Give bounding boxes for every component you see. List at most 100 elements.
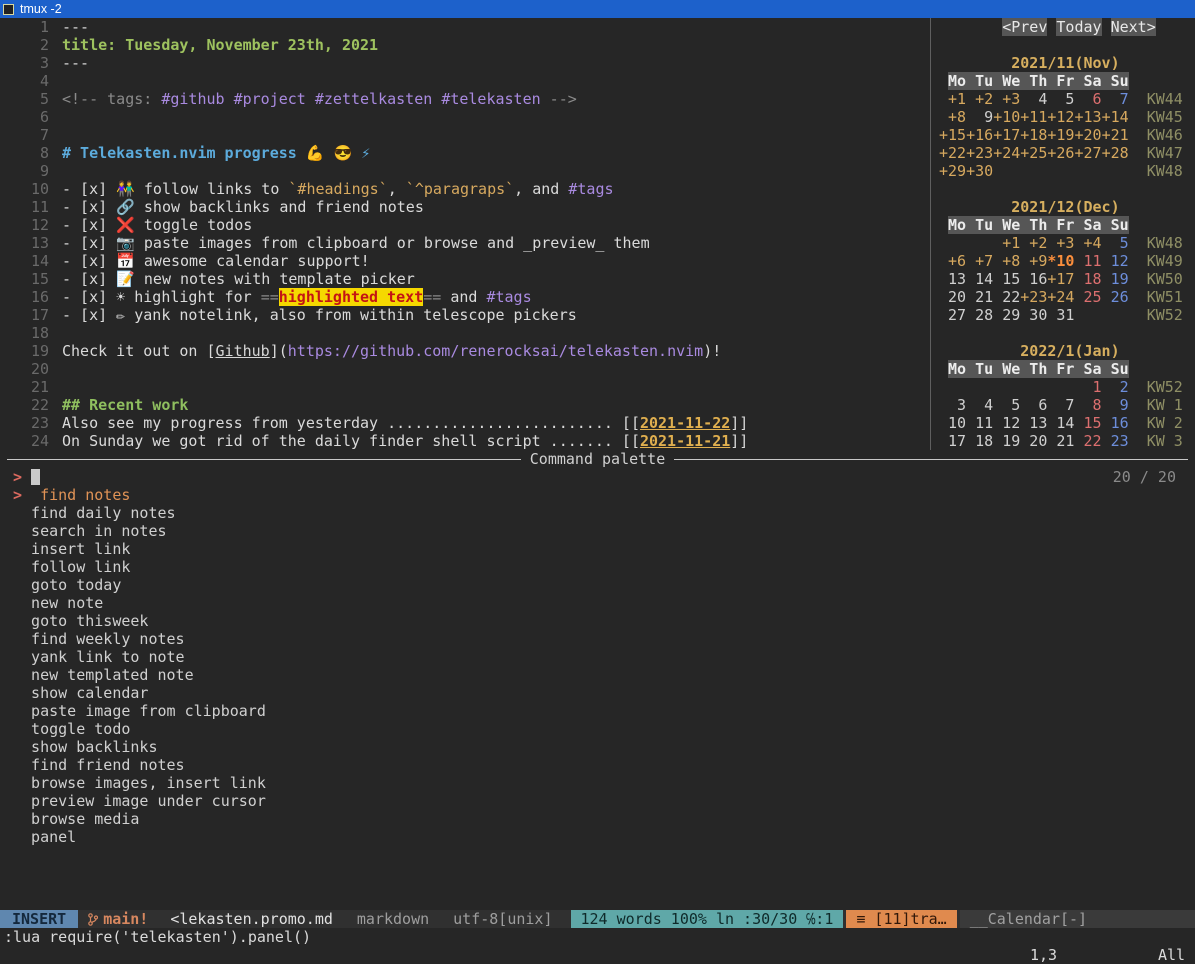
calendar-day[interactable]: +16 (966, 126, 993, 144)
calendar-day[interactable]: +7 (966, 252, 993, 270)
calendar-day[interactable]: 4 (966, 396, 993, 414)
calendar-day[interactable]: 18 (966, 432, 993, 450)
calendar-day[interactable]: +15 (939, 126, 966, 144)
palette-item[interactable]: panel (0, 828, 1195, 846)
calendar-day[interactable]: +18 (1020, 126, 1047, 144)
calendar-day[interactable]: +1 (939, 90, 966, 108)
calendar-day[interactable]: +2 (1020, 234, 1047, 252)
calendar-day[interactable]: +3 (1047, 234, 1074, 252)
cal-today-button[interactable]: Today (1056, 18, 1101, 36)
calendar-day[interactable]: +20 (1074, 126, 1101, 144)
calendar-day[interactable]: 13 (939, 270, 966, 288)
palette-item[interactable]: browse images, insert link (0, 774, 1195, 792)
cal-prev-button[interactable]: <Prev (1002, 18, 1047, 36)
cal-next-button[interactable]: Next> (1111, 18, 1156, 36)
tag-tags[interactable]: #tags (568, 180, 613, 198)
calendar-day[interactable]: 13 (1020, 414, 1047, 432)
palette-item[interactable]: goto thisweek (0, 612, 1195, 630)
tag-github[interactable]: #github (161, 90, 224, 108)
calendar-day[interactable]: +10 (993, 108, 1020, 126)
tag-zettelkasten[interactable]: #zettelkasten (315, 90, 432, 108)
calendar-day[interactable]: +17 (1047, 270, 1074, 288)
calendar-day[interactable]: +1 (993, 234, 1020, 252)
calendar-day[interactable]: +4 (1074, 234, 1101, 252)
palette-item[interactable]: show calendar (0, 684, 1195, 702)
calendar-day[interactable]: 9 (1102, 396, 1129, 414)
calendar-day[interactable]: *10 (1047, 252, 1074, 270)
calendar-day[interactable]: +27 (1074, 144, 1101, 162)
calendar-day[interactable]: +21 (1102, 126, 1129, 144)
calendar-day[interactable]: +9 (1020, 252, 1047, 270)
calendar-day[interactable]: 25 (1074, 288, 1101, 306)
calendar-day[interactable]: +13 (1074, 108, 1101, 126)
calendar-day[interactable]: 7 (1047, 396, 1074, 414)
palette-item[interactable]: search in notes (0, 522, 1195, 540)
calendar-day[interactable]: +29 (939, 162, 966, 180)
calendar-day[interactable]: 20 (1020, 432, 1047, 450)
calendar-day[interactable]: 27 (939, 306, 966, 324)
calendar-day[interactable]: +28 (1102, 144, 1129, 162)
palette-item[interactable]: > find notes (0, 486, 1195, 504)
calendar-day[interactable]: 14 (1047, 414, 1074, 432)
calendar-day[interactable]: +14 (1102, 108, 1129, 126)
calendar-day[interactable]: 16 (1102, 414, 1129, 432)
palette-item[interactable]: follow link (0, 558, 1195, 576)
palette-item[interactable]: find weekly notes (0, 630, 1195, 648)
calendar-day[interactable]: 31 (1047, 306, 1074, 324)
calendar-day[interactable]: +26 (1047, 144, 1074, 162)
calendar-day[interactable]: 17 (939, 432, 966, 450)
calendar-day[interactable]: 30 (1020, 306, 1047, 324)
calendar-day[interactable]: 23 (1102, 432, 1129, 450)
calendar-day[interactable]: +24 (993, 144, 1020, 162)
calendar-day[interactable]: 18 (1074, 270, 1101, 288)
note-link-2021-11-22[interactable]: 2021-11-22 (640, 414, 730, 432)
calendar-day[interactable]: +24 (1047, 288, 1074, 306)
calendar-day[interactable]: 8 (1074, 396, 1101, 414)
palette-item[interactable]: new templated note (0, 666, 1195, 684)
calendar-day[interactable]: 1 (1074, 378, 1101, 396)
calendar-day[interactable]: 12 (993, 414, 1020, 432)
calendar-day[interactable]: 14 (966, 270, 993, 288)
calendar-day[interactable]: +23 (1020, 288, 1047, 306)
palette-item[interactable]: toggle todo (0, 720, 1195, 738)
tag-telekasten[interactable]: #telekasten (441, 90, 540, 108)
palette-item[interactable]: paste image from clipboard (0, 702, 1195, 720)
calendar-day[interactable]: 16 (1020, 270, 1047, 288)
calendar-day[interactable]: 6 (1074, 90, 1101, 108)
calendar-day[interactable]: +25 (1020, 144, 1047, 162)
calendar-day[interactable]: +17 (993, 126, 1020, 144)
palette-prompt[interactable]: > 20 / 20 (0, 468, 1195, 486)
calendar-day[interactable]: +23 (966, 144, 993, 162)
calendar-day[interactable]: 20 (939, 288, 966, 306)
tag-tags[interactable]: #tags (486, 288, 531, 306)
calendar-day[interactable]: 4 (1020, 90, 1047, 108)
palette-item[interactable]: yank link to note (0, 648, 1195, 666)
calendar-day[interactable]: +2 (966, 90, 993, 108)
calendar-day[interactable]: 22 (1074, 432, 1101, 450)
calendar-day[interactable]: +8 (993, 252, 1020, 270)
calendar-day[interactable]: +19 (1047, 126, 1074, 144)
calendar-day[interactable]: +3 (993, 90, 1020, 108)
calendar-day[interactable]: 10 (939, 414, 966, 432)
calendar-day[interactable]: 28 (966, 306, 993, 324)
calendar-day[interactable]: 6 (1020, 396, 1047, 414)
calendar-day[interactable]: 22 (993, 288, 1020, 306)
calendar-day[interactable]: 3 (939, 396, 966, 414)
palette-item[interactable]: goto today (0, 576, 1195, 594)
calendar-day[interactable]: 15 (993, 270, 1020, 288)
calendar-day[interactable]: +12 (1047, 108, 1074, 126)
calendar-day[interactable]: 11 (966, 414, 993, 432)
calendar-day[interactable]: 9 (966, 108, 993, 126)
calendar-day[interactable]: 21 (966, 288, 993, 306)
palette-item[interactable]: find daily notes (0, 504, 1195, 522)
github-link[interactable]: Github (216, 342, 270, 360)
calendar-day[interactable]: 2 (1102, 378, 1129, 396)
calendar-day[interactable]: 19 (1102, 270, 1129, 288)
palette-item[interactable]: insert link (0, 540, 1195, 558)
calendar-day[interactable]: +6 (939, 252, 966, 270)
note-link-2021-11-21[interactable]: 2021-11-21 (640, 432, 730, 450)
palette-item[interactable]: find friend notes (0, 756, 1195, 774)
calendar-day[interactable]: 26 (1102, 288, 1129, 306)
calendar-day[interactable]: +11 (1020, 108, 1047, 126)
palette-item[interactable]: new note (0, 594, 1195, 612)
